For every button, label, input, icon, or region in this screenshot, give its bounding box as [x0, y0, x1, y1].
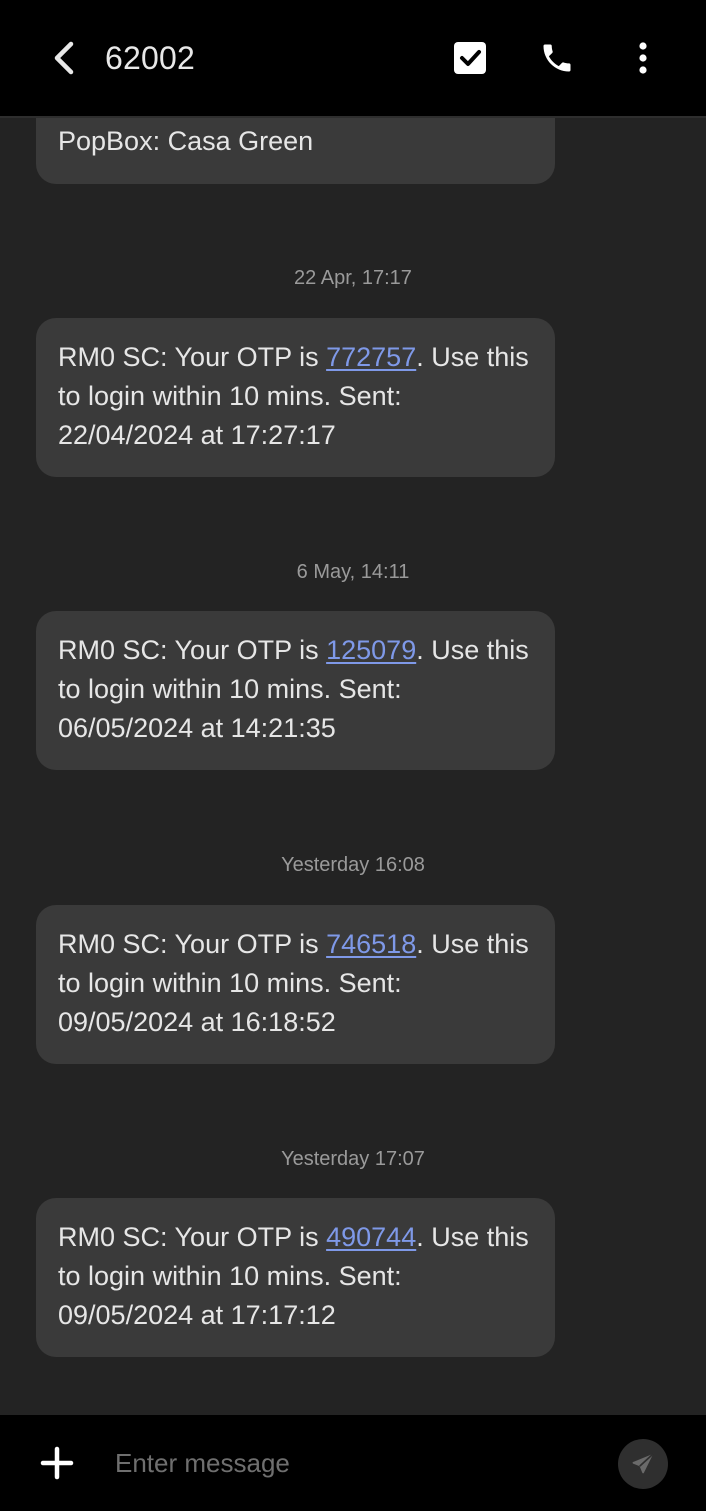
- attach-button[interactable]: [33, 1439, 81, 1487]
- plus-icon: [40, 1446, 74, 1480]
- otp-link[interactable]: 746518: [326, 929, 416, 959]
- message-timestamp: Yesterday 17:07: [281, 1148, 425, 1170]
- message-text: PopBox: Casa Green: [58, 126, 314, 156]
- message-list[interactable]: PopBox: Casa Green 22 Apr, 17:17 RM0 SC:…: [0, 118, 706, 1415]
- select-messages-button[interactable]: [446, 34, 494, 82]
- messages-app: 62002 PopBox: Casa Green 22 Apr, 17:17 R…: [0, 0, 706, 1511]
- otp-link[interactable]: 772757: [326, 342, 416, 372]
- message-bubble[interactable]: PopBox: Casa Green: [36, 118, 555, 184]
- message-text-prefix: RM0 SC: Your OTP is: [58, 635, 327, 665]
- send-icon: [632, 1453, 654, 1474]
- message-text-prefix: RM0 SC: Your OTP is: [58, 1222, 327, 1252]
- message-composer: [0, 1415, 706, 1511]
- message-timestamp: 22 Apr, 17:17: [294, 267, 412, 289]
- message-timestamp: 6 May, 14:11: [296, 561, 410, 583]
- phone-icon: [543, 44, 571, 72]
- message-timestamp: Yesterday 16:08: [281, 854, 425, 876]
- send-button[interactable]: [618, 1439, 668, 1489]
- more-options-button[interactable]: [619, 34, 667, 82]
- otp-link[interactable]: 490744: [326, 1222, 416, 1252]
- conversation-title: 62002: [105, 40, 195, 76]
- checkbox-icon: [454, 42, 486, 74]
- message-text-prefix: RM0 SC: Your OTP is: [58, 929, 327, 959]
- back-button[interactable]: [40, 34, 88, 82]
- message-input[interactable]: [115, 1441, 595, 1485]
- message-bubble[interactable]: RM0 SC: Your OTP is 746518. Use this to …: [36, 905, 555, 1064]
- message-bubble[interactable]: RM0 SC: Your OTP is 125079. Use this to …: [36, 611, 555, 770]
- conversation-header: 62002: [0, 0, 706, 118]
- message-bubble[interactable]: RM0 SC: Your OTP is 490744. Use this to …: [36, 1198, 555, 1357]
- more-vertical-icon: [639, 42, 647, 74]
- otp-link[interactable]: 125079: [326, 635, 416, 665]
- chevron-left-icon: [54, 41, 74, 75]
- call-button[interactable]: [533, 34, 581, 82]
- message-text-prefix: RM0 SC: Your OTP is: [58, 342, 327, 372]
- message-bubble[interactable]: RM0 SC: Your OTP is 772757. Use this to …: [36, 318, 555, 477]
